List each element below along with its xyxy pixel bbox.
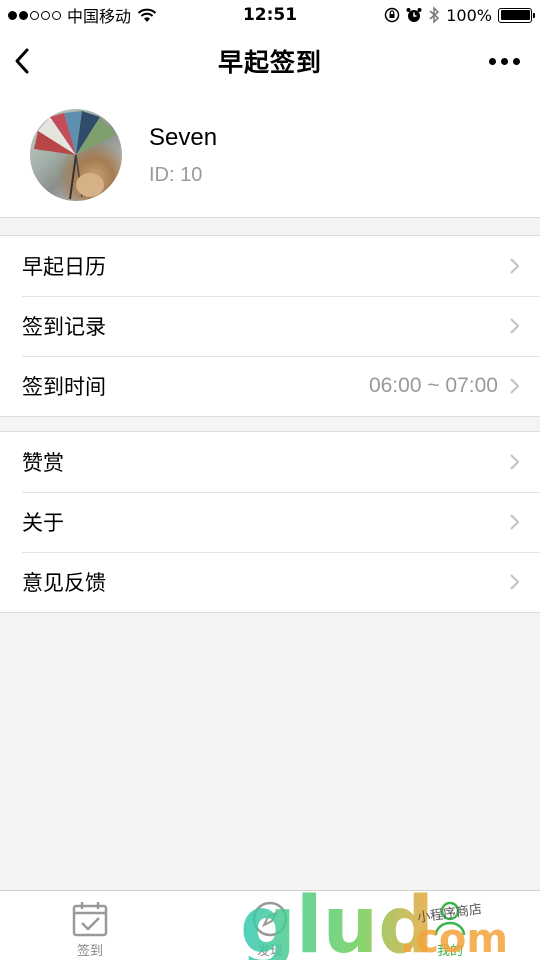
more-dot [513, 57, 520, 65]
signal-strength-icon [8, 10, 61, 20]
menu-group-1: 早起日历 签到记录 签到时间 06:00 ~ 07:00 [0, 235, 540, 417]
back-button[interactable] [12, 44, 36, 78]
chevron-right-icon [510, 258, 520, 274]
avatar[interactable] [30, 109, 122, 201]
profile-id: ID: 10 [149, 164, 203, 186]
carrier-name: 中国移动 [67, 7, 132, 26]
profile-section: Seven ID: 10 [0, 92, 540, 218]
chevron-right-icon [510, 378, 520, 394]
menu-item-label: 早起日历 [22, 255, 106, 279]
rotation-lock-icon [385, 7, 400, 23]
battery-percent: 100% [446, 5, 492, 25]
chevron-left-icon [15, 48, 29, 74]
tab-discover[interactable]: 发现 [180, 891, 360, 960]
chevron-right-icon [510, 454, 520, 470]
more-dot [489, 57, 496, 65]
status-bar: 中国移动 12:51 100% [0, 0, 540, 30]
status-right: 100% [384, 5, 535, 25]
menu-item-calendar[interactable]: 早起日历 [0, 236, 540, 296]
calendar-check-icon [72, 902, 108, 937]
person-icon [434, 901, 466, 936]
menu-group-2: 赞赏 关于 意见反馈 [0, 431, 540, 613]
chevron-right-icon [510, 514, 520, 530]
battery-icon [498, 7, 535, 23]
menu-item-label: 签到时间 [22, 375, 106, 399]
checkin-time-value: 06:00 ~ 07:00 [368, 374, 498, 397]
menu-item-label: 赞赏 [22, 451, 64, 475]
menu-item-feedback[interactable]: 意见反馈 [0, 552, 540, 612]
menu-item-label: 签到记录 [22, 315, 106, 339]
menu-item-label: 意见反馈 [22, 571, 106, 595]
chevron-right-icon [510, 318, 520, 334]
tab-mine[interactable]: 我的 [360, 891, 540, 960]
profile-name: Seven [149, 124, 218, 151]
bluetooth-icon [429, 6, 440, 24]
more-dot [501, 57, 508, 65]
wifi-icon [137, 8, 157, 22]
tab-label: 发现 [256, 944, 283, 959]
menu-item-checkin-time[interactable]: 签到时间 06:00 ~ 07:00 [0, 356, 540, 416]
tab-checkin[interactable]: 签到 [0, 891, 180, 960]
chevron-right-icon [510, 574, 520, 590]
compass-icon [252, 901, 288, 937]
alarm-icon [406, 8, 422, 22]
page-title: 早起签到 [217, 48, 322, 77]
menu-item-label: 关于 [22, 511, 64, 535]
avatar-image-icon [34, 111, 116, 200]
menu-item-records[interactable]: 签到记录 [0, 296, 540, 356]
tab-label: 签到 [76, 944, 103, 959]
status-left: 中国移动 [8, 3, 157, 27]
nav-bar: 早起签到 [0, 30, 540, 92]
menu-item-reward[interactable]: 赞赏 [0, 432, 540, 492]
tab-bar: 签到 发现 我的 [0, 890, 540, 960]
menu-item-about[interactable]: 关于 [0, 492, 540, 552]
tab-label: 我的 [436, 944, 463, 959]
more-button[interactable] [489, 52, 520, 70]
